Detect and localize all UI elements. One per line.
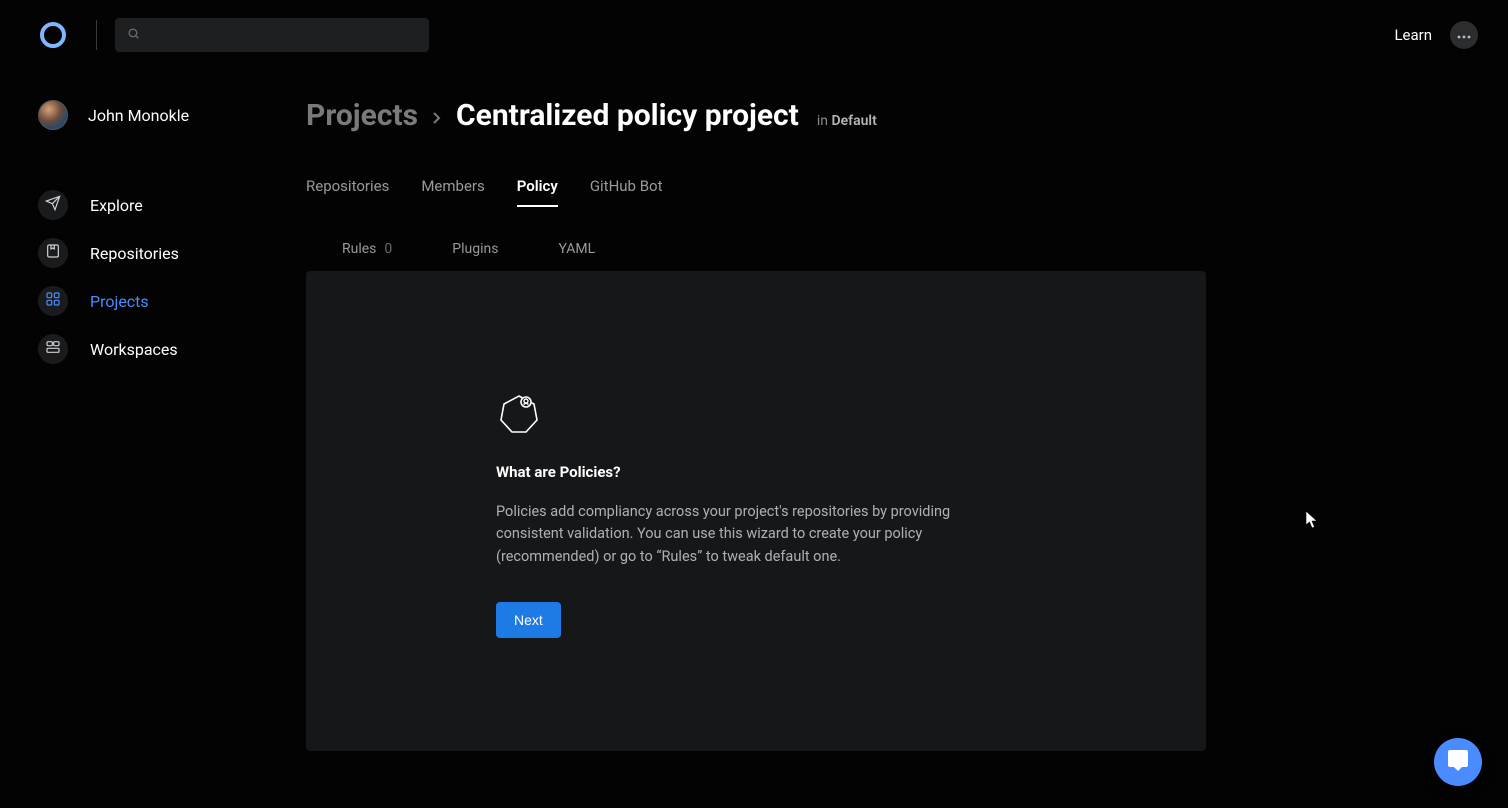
user-block[interactable]: John Monokle	[38, 100, 306, 130]
breadcrumb-context: in Default	[817, 113, 877, 129]
subtab-label: YAML	[558, 241, 595, 257]
main-content: Projects Centralized policy project in D…	[306, 70, 1508, 808]
policy-subtabs: Rules 0 Plugins YAML	[306, 241, 1508, 257]
more-menu-button[interactable]	[1450, 21, 1478, 49]
sidebar: John Monokle Explore	[0, 70, 306, 808]
panel-heading: What are Policies?	[496, 463, 1016, 481]
sidebar-item-label: Repositories	[90, 244, 179, 263]
divider	[96, 20, 97, 50]
panel-body: Policies add compliancy across your proj…	[496, 501, 976, 568]
chevron-right-icon	[432, 111, 442, 125]
topbar: Learn	[0, 0, 1508, 70]
page-title: Centralized policy project	[456, 98, 799, 133]
tab-policy[interactable]: Policy	[517, 177, 558, 207]
avatar	[38, 100, 68, 130]
sidebar-item-label: Projects	[90, 292, 149, 311]
subtab-label: Plugins	[452, 241, 498, 257]
chat-icon	[1446, 748, 1470, 776]
sidebar-item-workspaces[interactable]: Workspaces	[38, 334, 306, 364]
search-box[interactable]	[115, 18, 429, 52]
tab-github-bot[interactable]: GitHub Bot	[590, 177, 663, 207]
grid-icon	[45, 291, 61, 311]
subtab-rules[interactable]: Rules 0	[342, 241, 392, 257]
ellipsis-icon	[1457, 27, 1471, 43]
breadcrumb: Projects Centralized policy project in D…	[306, 98, 1508, 133]
subtab-yaml[interactable]: YAML	[558, 241, 595, 257]
app-logo[interactable]	[38, 20, 68, 50]
bookmark-icon	[45, 243, 61, 263]
policy-wizard-panel: What are Policies? Policies add complian…	[306, 271, 1206, 751]
subtab-label: Rules	[342, 241, 376, 257]
tabs: Repositories Members Policy GitHub Bot	[306, 177, 1508, 207]
policy-badge-icon	[496, 391, 1016, 441]
sidebar-item-projects[interactable]: Projects	[38, 286, 306, 316]
rules-count: 0	[384, 241, 392, 257]
sidebar-item-label: Explore	[90, 196, 143, 215]
chat-fab[interactable]	[1434, 738, 1482, 786]
sidebar-item-label: Workspaces	[90, 340, 178, 359]
next-button[interactable]: Next	[496, 602, 561, 638]
layers-icon	[45, 339, 61, 359]
tab-repositories[interactable]: Repositories	[306, 177, 389, 207]
sidebar-item-explore[interactable]: Explore	[38, 190, 306, 220]
breadcrumb-root[interactable]: Projects	[306, 98, 418, 133]
sidebar-item-repositories[interactable]: Repositories	[38, 238, 306, 268]
username: John Monokle	[88, 106, 189, 125]
search-icon	[127, 27, 140, 44]
search-input[interactable]	[148, 28, 417, 43]
subtab-plugins[interactable]: Plugins	[452, 241, 498, 257]
learn-link[interactable]: Learn	[1394, 26, 1432, 44]
tab-members[interactable]: Members	[421, 177, 484, 207]
paper-plane-icon	[45, 195, 61, 215]
